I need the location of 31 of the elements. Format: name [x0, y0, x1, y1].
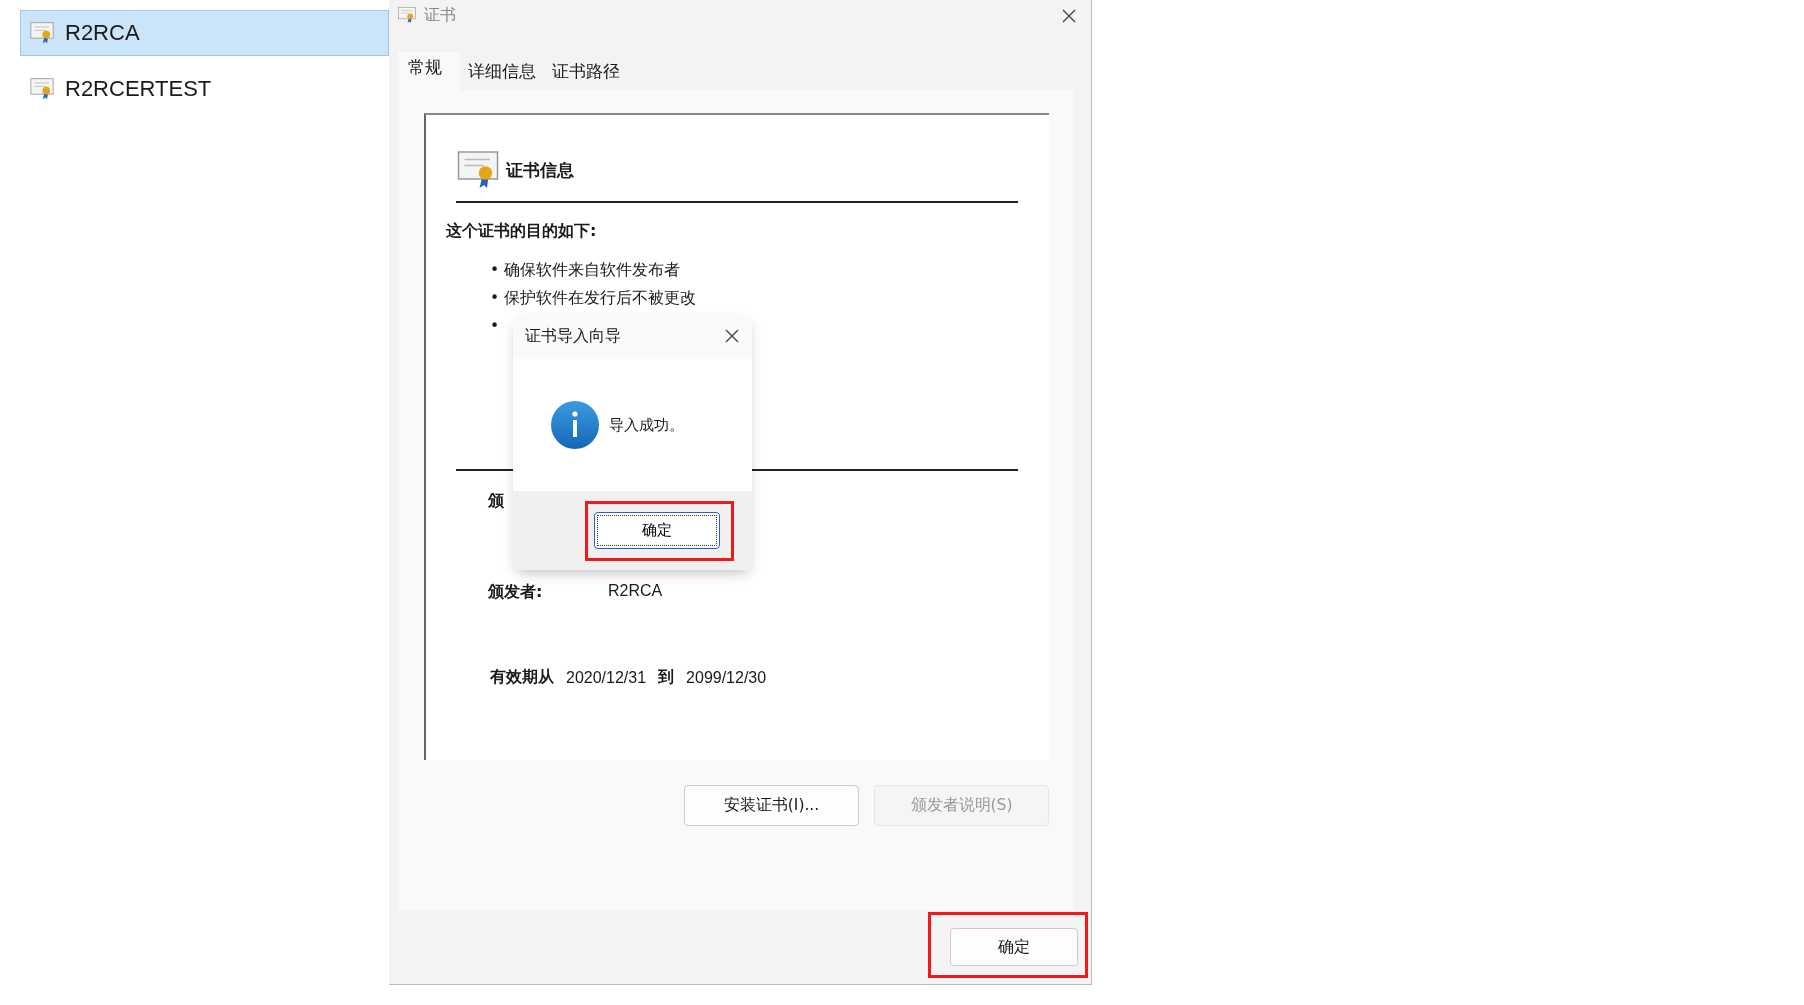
purpose-item: • [490, 318, 500, 336]
certificate-icon [29, 21, 55, 45]
certificate-icon [29, 77, 55, 101]
item-label: R2RCA [65, 20, 140, 46]
info-icon [551, 401, 599, 449]
certificate-item[interactable]: R2RCA [20, 10, 389, 56]
dialog-message: 导入成功。 [609, 415, 684, 435]
purpose-item: • 保护软件在发行后不被更改 [490, 290, 697, 308]
tab[interactable]: 详细信息 [460, 52, 544, 90]
ok-button[interactable]: 确定 [594, 512, 720, 549]
field-label: 到 [658, 667, 675, 689]
certificate-item[interactable]: R2RCERTEST [20, 66, 389, 112]
window-title: 证书 [424, 4, 456, 26]
action-button[interactable]: 安装证书(I)... [684, 785, 859, 826]
field-value: 2099/12/30 [686, 668, 767, 687]
purpose-heading: 这个证书的目的如下: [446, 221, 598, 242]
item-label: R2RCERTEST [65, 76, 212, 102]
certificate-icon [398, 6, 416, 24]
close-icon [1061, 8, 1077, 24]
close-icon [724, 328, 740, 344]
tab[interactable]: 证书路径 [544, 52, 628, 90]
section-heading: 证书信息 [506, 158, 574, 182]
tab[interactable]: 常规 [398, 52, 460, 90]
field-value: 2020/12/31 [566, 668, 647, 687]
ok-button[interactable]: 确定 [950, 928, 1078, 966]
purpose-item: • 确保软件来自软件发布者 [490, 262, 681, 280]
field-label: 有效期从 [490, 667, 554, 689]
dialog-title: 证书导入向导 [525, 326, 621, 347]
field-label: 颁 [488, 491, 505, 513]
field-value: R2RCA [608, 582, 663, 602]
field-label: 颁发者: [488, 582, 544, 604]
